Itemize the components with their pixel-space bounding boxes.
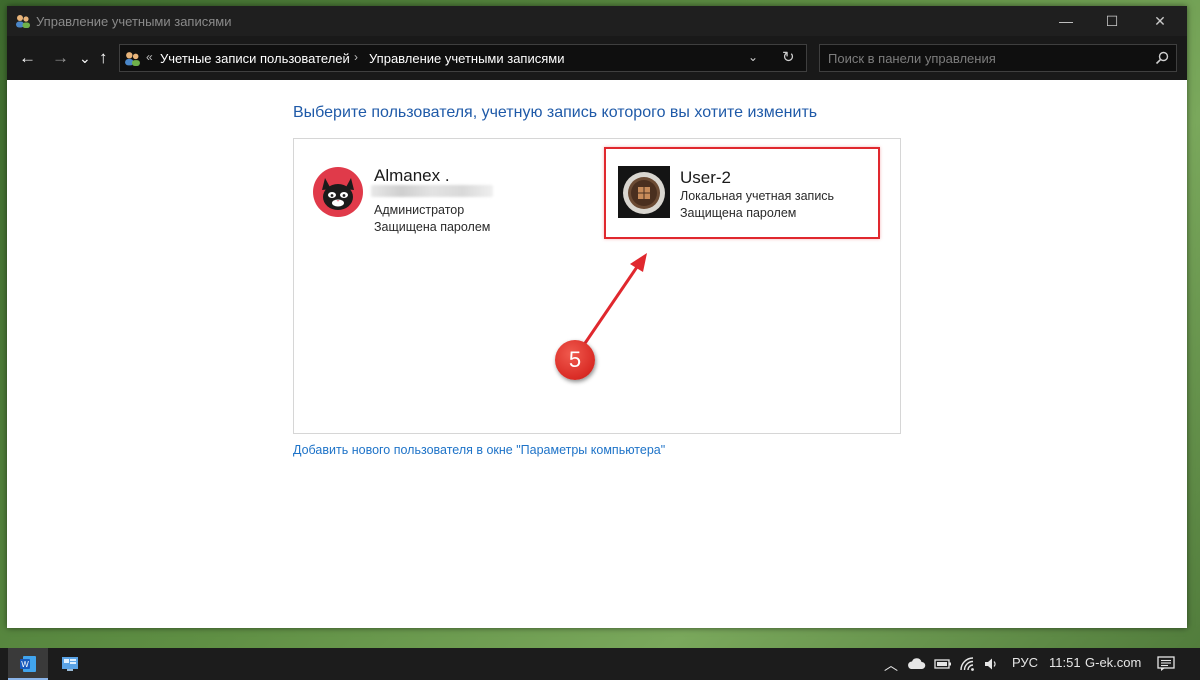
onedrive-cloud-icon[interactable] [906,657,926,671]
annotation-arrow [577,253,647,353]
taskbar-app-word[interactable]: W [8,648,48,680]
svg-text:W: W [21,660,29,669]
language-indicator[interactable]: РУС [1012,655,1038,670]
show-hidden-icons-chevron-icon[interactable]: ︿ [884,655,898,675]
clock[interactable]: 11:51 [1049,655,1081,670]
wifi-icon[interactable] [959,656,975,672]
watermark-text: G-ek.com [1085,655,1142,670]
battery-icon[interactable] [934,658,952,670]
control-panel-window: Управление учетными записями — ☐ ✕ ← → ⌄… [7,6,1187,628]
word-app-icon: W [20,656,36,672]
step-number-badge: 5 [555,340,595,380]
volume-icon[interactable] [983,656,999,672]
action-center-icon[interactable] [1157,656,1175,672]
add-new-user-link[interactable]: Добавить нового пользователя в окне "Пар… [293,443,665,457]
taskbar: W ︿ РУС 11:51 G-ek.com [0,648,1200,680]
control-panel-app-icon [62,657,78,671]
taskbar-app-control-panel[interactable] [50,648,90,680]
